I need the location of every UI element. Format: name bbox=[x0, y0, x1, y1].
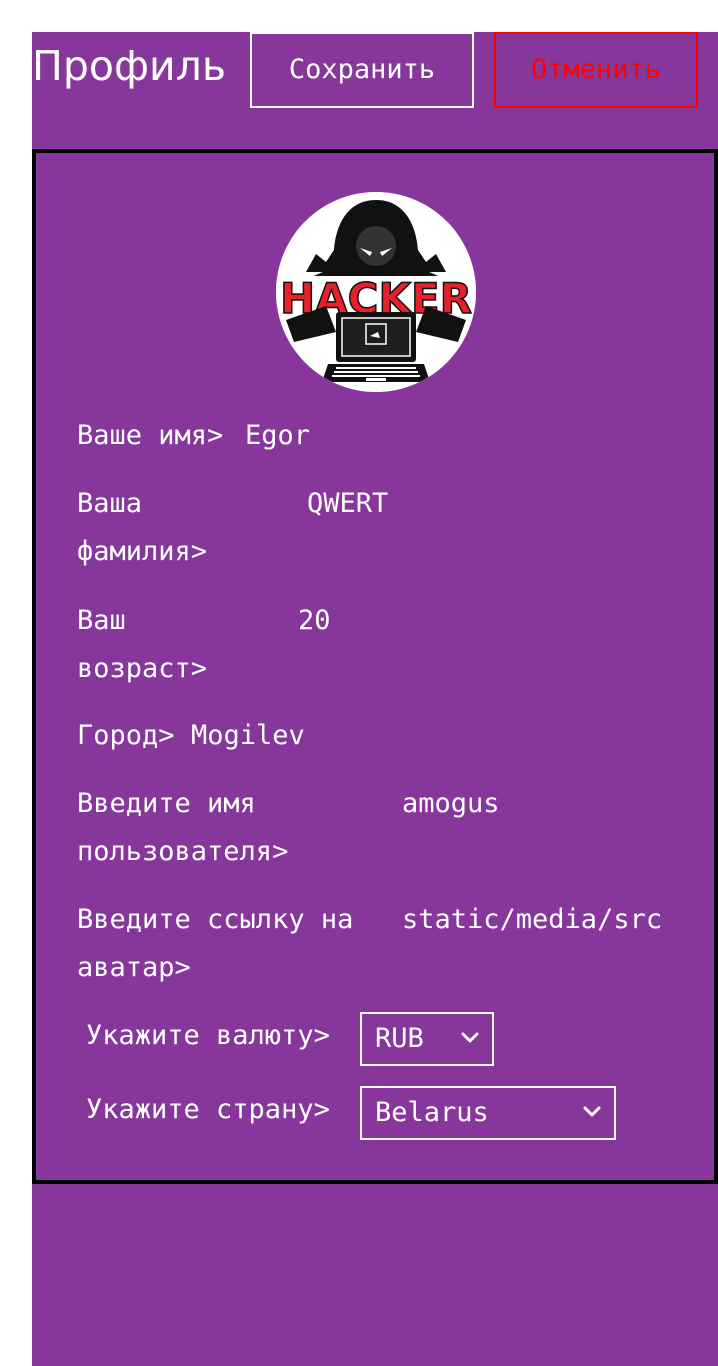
chevron-down-icon bbox=[461, 1032, 479, 1043]
country-selected-value: Belarus bbox=[375, 1097, 489, 1128]
city-label: Город> bbox=[77, 720, 175, 751]
age-value: 20 bbox=[298, 605, 331, 636]
username-value: amogus bbox=[402, 788, 500, 819]
age-label-line2: возраст> bbox=[77, 653, 208, 684]
country-select[interactable]: Belarus bbox=[360, 1086, 616, 1140]
avatar-link-label: Введите ссылку на bbox=[77, 904, 354, 935]
currency-selected-value: RUB bbox=[375, 1023, 424, 1054]
last-name-value: QWERT bbox=[307, 488, 389, 519]
last-name-label: Ваша bbox=[77, 488, 143, 519]
avatar: HACKER bbox=[276, 192, 476, 392]
currency-label: Укажите валюту> bbox=[86, 1020, 330, 1051]
city-value: Mogilev bbox=[191, 720, 305, 751]
avatar-link-value: static/media/src bbox=[402, 904, 663, 935]
hacker-logo-icon: HACKER bbox=[276, 192, 476, 392]
last-name-label-line2: фамилия> bbox=[77, 536, 208, 567]
first-name-label: Ваше имя> bbox=[77, 420, 224, 451]
page-title: Профиль bbox=[32, 42, 227, 90]
username-label: Введите имя bbox=[77, 788, 256, 819]
first-name-value: Egor bbox=[245, 420, 311, 451]
cancel-button[interactable]: Отменить bbox=[494, 32, 698, 108]
username-label-line2: пользователя> bbox=[77, 836, 289, 867]
avatar-link-label-line2: аватар> bbox=[77, 952, 191, 983]
currency-select[interactable]: RUB bbox=[360, 1012, 494, 1066]
chevron-down-icon bbox=[583, 1106, 601, 1117]
save-button[interactable]: Сохранить bbox=[250, 32, 474, 108]
country-label: Укажите страну> bbox=[86, 1094, 330, 1125]
age-label: Ваш bbox=[77, 605, 126, 636]
